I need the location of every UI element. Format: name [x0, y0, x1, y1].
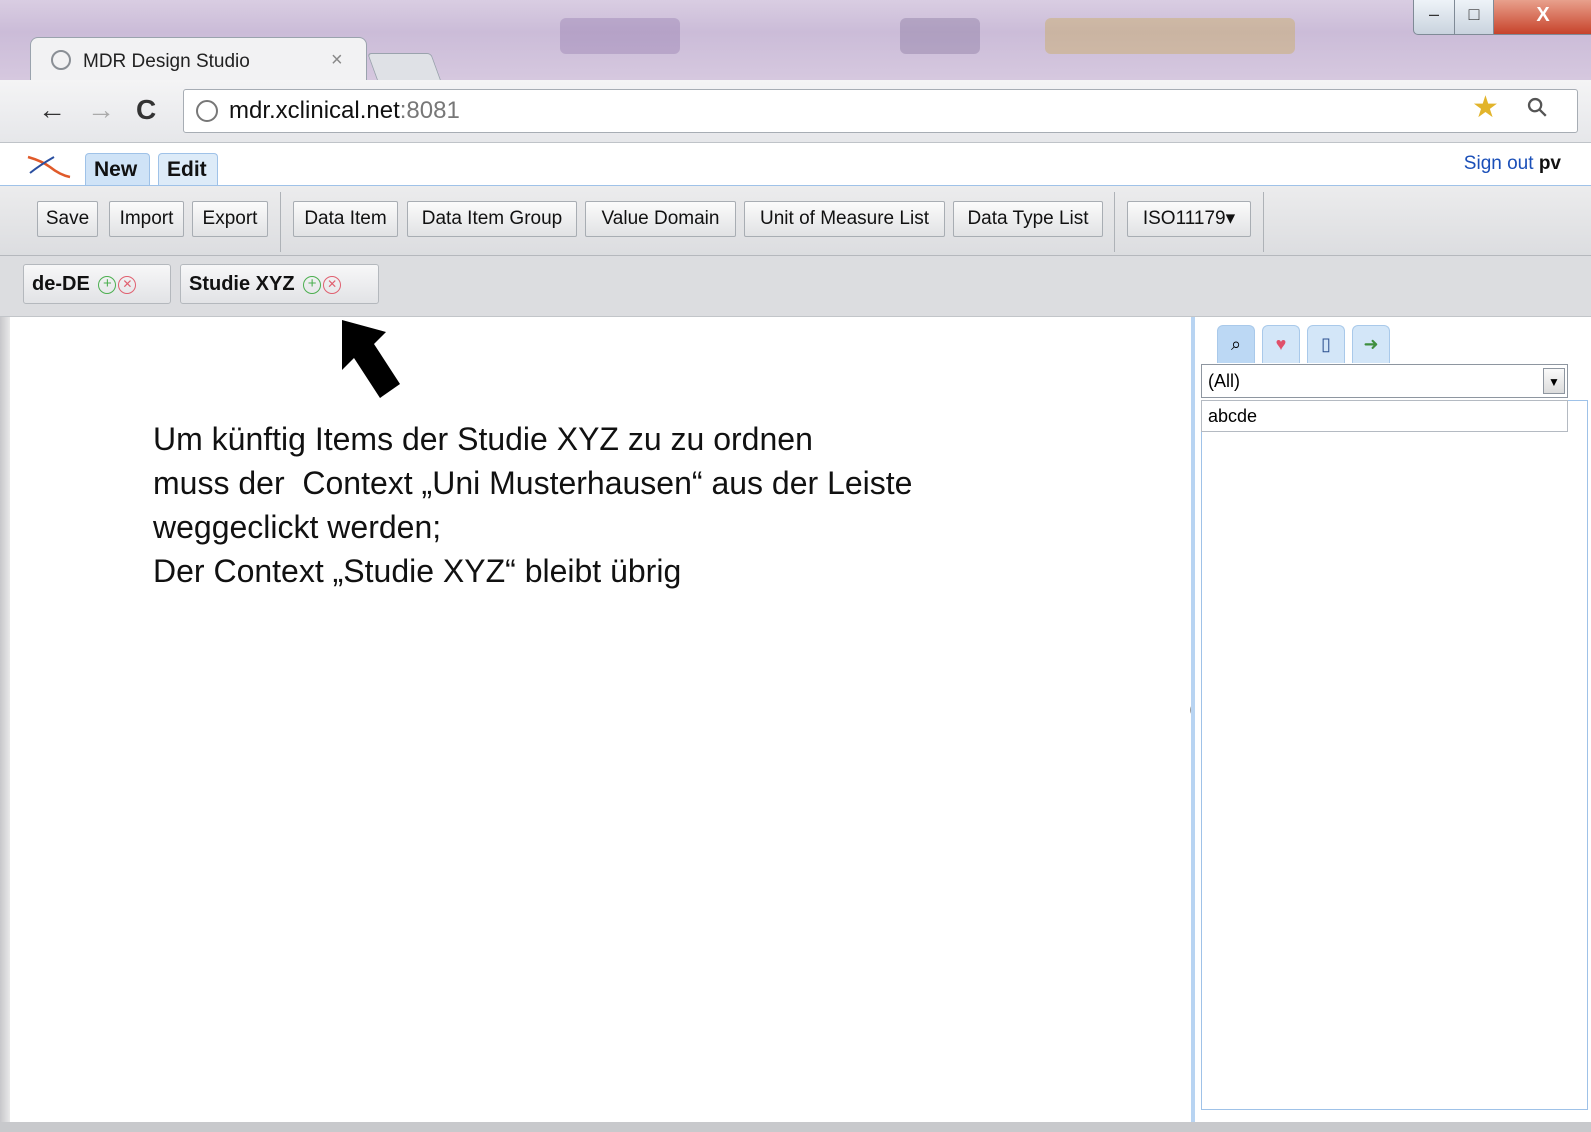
app-logo-icon	[27, 155, 71, 179]
globe-icon	[51, 50, 71, 70]
export-icon[interactable]: ➜	[1352, 325, 1390, 363]
browser-tab-title: MDR Design Studio	[83, 51, 250, 72]
new-tab-button[interactable]	[367, 53, 441, 80]
forward-button[interactable]: →	[87, 96, 115, 124]
data-item-group-button[interactable]: Data Item Group	[407, 201, 577, 237]
context-chip-de-de[interactable]: de-DE + ✕	[23, 264, 171, 304]
book-icon[interactable]: ▯	[1307, 325, 1345, 363]
filter-select-value: (All)	[1208, 371, 1240, 391]
right-panel: ⌕ ♥ ▯ ➜ (All) ▼ abcde	[1191, 317, 1591, 1122]
save-button[interactable]: Save	[37, 201, 98, 237]
bookmark-star-icon[interactable]: ★	[1472, 93, 1499, 123]
remove-context-icon[interactable]: ✕	[118, 276, 137, 294]
binoculars-icon[interactable]: ⌕	[1217, 325, 1255, 363]
maximize-button[interactable]: □	[1454, 0, 1494, 35]
iso11179-dropdown[interactable]: ISO11179▾	[1127, 201, 1251, 237]
address-port: :8081	[399, 97, 460, 124]
browser-window: – □ X MDR Design Studio × ← → C mdr.xcli…	[0, 0, 1591, 1132]
data-item-button[interactable]: Data Item	[293, 201, 398, 237]
signout-link[interactable]: Sign out	[1464, 153, 1534, 174]
context-label: Studie XYZ	[189, 273, 295, 295]
address-text: mdr.xclinical.net:8081	[229, 97, 460, 125]
reload-button[interactable]: C	[136, 96, 156, 124]
minimize-button[interactable]: –	[1413, 0, 1455, 35]
annotation-line: weggeclickt werden;	[153, 509, 442, 545]
left-edge	[0, 317, 10, 1127]
annotation-line: Der Context „Studie XYZ“ bleibt übrig	[153, 553, 682, 589]
ribbon-separator	[1263, 192, 1264, 252]
ribbon-separator	[1114, 192, 1115, 252]
context-label: de-DE	[32, 273, 90, 295]
globe-icon	[196, 100, 218, 122]
back-button[interactable]: ←	[38, 96, 66, 124]
annotation-text: Um künftig Items der Studie XYZ zu zu or…	[153, 417, 912, 593]
browser-tab[interactable]: MDR Design Studio ×	[30, 37, 367, 81]
window-bottom-edge	[0, 1122, 1591, 1132]
chevron-down-icon[interactable]: ▼	[1543, 368, 1565, 394]
import-button[interactable]: Import	[109, 201, 184, 237]
export-button[interactable]: Export	[192, 201, 268, 237]
remove-context-icon[interactable]: ✕	[323, 276, 342, 294]
data-type-list-button[interactable]: Data Type List	[953, 201, 1103, 237]
add-context-icon[interactable]: +	[303, 276, 322, 294]
browser-toolbar: ← → C mdr.xclinical.net:8081 ★ ⚲	[0, 80, 1591, 143]
annotation-line: muss der Context „Uni Musterhausen“ aus …	[153, 465, 913, 501]
results-list[interactable]	[1201, 400, 1588, 1110]
address-host: mdr.xclinical.net	[229, 97, 400, 124]
context-bar: de-DE + ✕ Studie XYZ + ✕	[0, 256, 1591, 317]
app-menubar: New Edit Sign out pv	[0, 143, 1591, 187]
user-name: pv	[1538, 153, 1561, 174]
tab-new[interactable]: New	[85, 153, 150, 185]
value-domain-button[interactable]: Value Domain	[585, 201, 736, 237]
address-bar[interactable]: mdr.xclinical.net:8081	[183, 89, 1578, 133]
signout-area: Sign out pv	[1464, 153, 1561, 175]
close-window-button[interactable]: X	[1493, 0, 1591, 35]
tab-edit[interactable]: Edit	[158, 153, 218, 185]
add-context-icon[interactable]: +	[98, 276, 117, 294]
ribbon-toolbar: Save Import Export Data Item Data Item G…	[0, 186, 1591, 256]
pointer-arrow	[342, 320, 400, 398]
heart-icon[interactable]: ♥	[1262, 325, 1300, 363]
unit-of-measure-list-button[interactable]: Unit of Measure List	[744, 201, 945, 237]
ribbon-separator	[280, 192, 281, 252]
search-input[interactable]: abcde	[1201, 400, 1568, 432]
annotation-line: Um künftig Items der Studie XYZ zu zu or…	[153, 421, 813, 457]
close-tab-icon[interactable]: ×	[331, 49, 343, 72]
context-chip-studie-xyz[interactable]: Studie XYZ + ✕	[180, 264, 379, 304]
filter-select[interactable]: (All) ▼	[1201, 364, 1568, 398]
